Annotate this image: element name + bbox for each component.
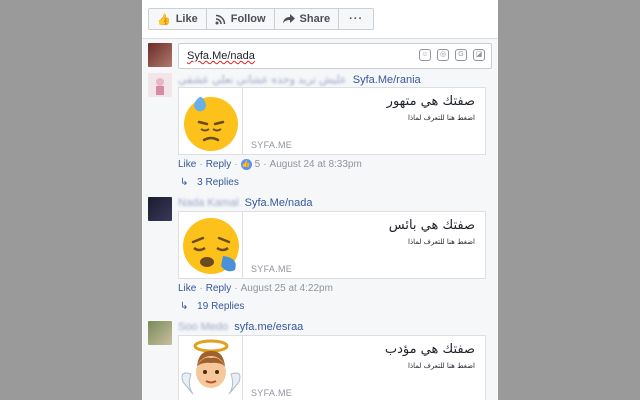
card-title: صفتك هي متهور [386, 94, 475, 109]
card-subtitle: اضغط هنا للتعرف لماذا [408, 114, 475, 122]
comment-time[interactable]: August 25 at 4:22pm [241, 283, 333, 294]
card-domain: SYFA.ME [251, 388, 293, 398]
more-label: ··· [349, 13, 364, 25]
avatar [148, 73, 172, 97]
comment-time[interactable]: August 24 at 8:33pm [270, 159, 362, 170]
comment-input[interactable]: Syfa.Me/nada ☺ ◎ G ◪ [178, 43, 492, 69]
author-name: عليش تريد وحده عشاني نعلي عشقي [178, 74, 347, 86]
comment-meta: Like · Reply · 👍 5 · August 24 at 8:33pm [178, 159, 362, 170]
comment-like-link[interactable]: Like [178, 159, 196, 170]
share-arrow-icon [282, 14, 295, 24]
comment-reply-link[interactable]: Reply [206, 159, 232, 170]
link-preview-card[interactable]: صفتك هي مؤدب اضغط هنا للتعرف لماذا SYFA.… [178, 335, 486, 400]
baby-angel-icon [179, 336, 243, 400]
link-preview-card[interactable]: صفتك هي بائس اضغط هنا للتعرف لماذا SYFA.… [178, 211, 486, 279]
card-domain: SYFA.ME [251, 140, 293, 150]
card-subtitle: اضغط هنا للتعرف لماذا [408, 362, 475, 370]
like-reaction-icon[interactable]: 👍 [240, 159, 252, 170]
reply-arrow-icon: ↳ [180, 177, 189, 188]
camera-icon[interactable]: ◎ [437, 49, 449, 61]
like-label: Like [175, 13, 198, 25]
comment-like-link[interactable]: Like [178, 283, 196, 294]
post-panel: 👍 Like Follow Share ··· Syfa.Me/nada ☺ ◎… [142, 0, 498, 400]
like-button[interactable]: 👍 Like [148, 8, 207, 30]
reaction-count[interactable]: 5 [255, 159, 261, 170]
card-title: صفتك هي بائس [388, 218, 475, 233]
comment-author[interactable]: عليش تريد وحده عشاني نعلي عشقي Syfa.Me/r… [178, 73, 421, 86]
comment-reply-link[interactable]: Reply [206, 283, 232, 294]
comment-author[interactable]: Soo Medo syfa.me/esraa [178, 321, 303, 333]
author-handle[interactable]: Syfa.Me/nada [245, 197, 313, 209]
author-handle[interactable]: Syfa.Me/rania [353, 74, 421, 86]
card-domain: SYFA.ME [251, 264, 293, 274]
comments-section: Syfa.Me/nada ☺ ◎ G ◪ عليش تريد وحده عشان… [142, 38, 498, 400]
author-handle[interactable]: syfa.me/esraa [234, 321, 303, 333]
replies-count: 19 Replies [197, 301, 245, 312]
comment-input-value: Syfa.Me/nada [187, 50, 255, 62]
replies-count: 3 Replies [197, 177, 239, 188]
gif-icon[interactable]: G [455, 49, 467, 61]
share-label: Share [299, 13, 331, 25]
avatar [148, 321, 172, 345]
view-replies-link[interactable]: ↳ 3 Replies [180, 177, 239, 188]
sleepy-face-icon [179, 212, 243, 278]
downcast-sweat-face-icon [179, 88, 243, 154]
card-subtitle: اضغط هنا للتعرف لماذا [408, 238, 475, 246]
avatar [148, 197, 172, 221]
rss-icon [215, 14, 226, 25]
more-options-button[interactable]: ··· [339, 8, 375, 30]
author-name: Nada Kamal [178, 197, 239, 209]
share-button[interactable]: Share [274, 8, 340, 30]
comment-meta: Like · Reply · August 25 at 4:22pm [178, 283, 333, 294]
follow-label: Follow [230, 13, 266, 25]
reply-arrow-icon: ↳ [180, 301, 189, 312]
view-replies-link[interactable]: ↳ 19 Replies [180, 301, 244, 312]
sticker-icon[interactable]: ◪ [473, 49, 485, 61]
avatar [148, 43, 172, 67]
comment-composer: Syfa.Me/nada ☺ ◎ G ◪ [148, 43, 492, 69]
post-action-bar: 👍 Like Follow Share ··· [142, 0, 498, 38]
author-name: Soo Medo [178, 321, 229, 333]
link-preview-card[interactable]: صفتك هي متهور اضغط هنا للتعرف لماذا SYFA… [178, 87, 486, 155]
comment-author[interactable]: Nada Kamal Syfa.Me/nada [178, 197, 312, 209]
card-title: صفتك هي مؤدب [384, 342, 475, 357]
thumbs-up-icon: 👍 [157, 13, 171, 26]
emoji-icon[interactable]: ☺ [419, 49, 431, 61]
follow-button[interactable]: Follow [206, 8, 275, 30]
